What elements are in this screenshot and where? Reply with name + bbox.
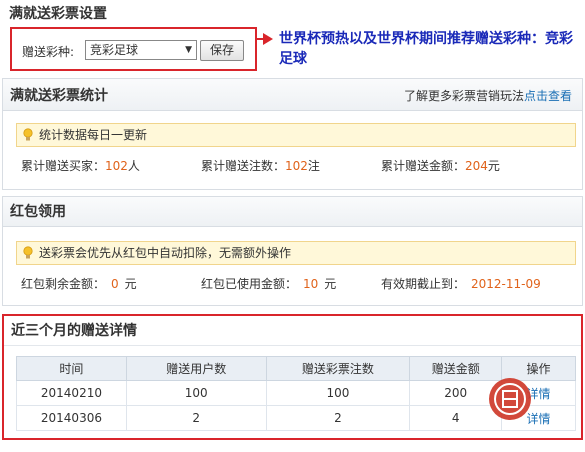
used-value: 10 [303, 277, 319, 291]
cell-bets: 100 [265, 380, 411, 406]
used-label: 红包已使用金额： [201, 277, 298, 291]
stat-amount: 累计赠送金额：204元 [381, 157, 500, 174]
cell-date: 20140210 [16, 380, 127, 406]
stats-header: 满就送彩票统计 了解更多彩票营销玩法点击查看 [3, 79, 582, 111]
redpacket-remaining: 红包剩余金额： 0 元 [21, 275, 137, 292]
dropdown-arrow-icon: ▼ [185, 45, 192, 55]
details-title: 近三个月的赠送详情 [4, 316, 581, 346]
remaining-value: 0 [111, 277, 119, 291]
more-info: 了解更多彩票营销玩法点击查看 [404, 79, 572, 113]
lightbulb-icon [23, 128, 33, 141]
lottery-select[interactable]: 竞彩足球 ▼ [85, 40, 197, 60]
stat-bets-unit: 注 [307, 159, 320, 173]
stats-tip-text: 统计数据每日一更新 [39, 128, 148, 142]
stat-buyers: 累计赠送买家：102人 [21, 157, 140, 174]
col-amount-header: 赠送金额 [409, 356, 503, 381]
remaining-label: 红包剩余金额： [21, 277, 106, 291]
stats-title: 满就送彩票统计 [10, 88, 108, 104]
lightbulb-icon [23, 246, 33, 259]
stat-buyers-label: 累计赠送买家： [21, 159, 106, 173]
stats-tip: 统计数据每日一更新 [16, 123, 576, 147]
lottery-select-value: 竞彩足球 [90, 43, 139, 57]
stat-bets-value: 102 [285, 159, 308, 173]
redpacket-title: 红包领用 [3, 197, 582, 227]
stat-bets-label: 累计赠送注数： [201, 159, 286, 173]
cell-amount: 200 [409, 380, 503, 406]
seal-stamp [489, 378, 531, 420]
annotation-arrow-icon [263, 33, 273, 45]
stat-bets: 累计赠送注数：102注 [201, 157, 320, 174]
col-users-header: 赠送用户数 [125, 356, 267, 381]
stat-amount-value: 204 [465, 159, 488, 173]
redpacket-tip: 送彩票会优先从红包中自动扣除，无需额外操作 [16, 241, 576, 265]
cell-bets: 2 [265, 405, 411, 431]
settings-title: 满就送彩票设置 [2, 0, 583, 28]
table-header-row: 时间 赠送用户数 赠送彩票注数 赠送金额 操作 [16, 356, 576, 381]
stat-amount-label: 累计赠送金额： [381, 159, 466, 173]
stat-amount-unit: 元 [487, 159, 500, 173]
lottery-label: 赠送彩种: [22, 45, 75, 59]
redpacket-panel: 红包领用 送彩票会优先从红包中自动扣除，无需额外操作 红包剩余金额： 0 元 红包已… [2, 196, 583, 306]
col-bets-header: 赠送彩票注数 [265, 356, 411, 381]
expiry-value: 2012-11-09 [471, 277, 541, 291]
redpacket-used: 红包已使用金额： 10 元 [201, 275, 336, 292]
cell-users: 100 [125, 380, 267, 406]
col-date-header: 时间 [16, 356, 127, 381]
details-panel: 近三个月的赠送详情 时间 赠送用户数 赠送彩票注数 赠送金额 操作 201402… [2, 314, 583, 440]
annotation-text: 世界杯预热以及世界杯期间推荐赠送彩种：竞彩足球 [279, 31, 573, 67]
stats-panel: 满就送彩票统计 了解更多彩票营销玩法点击查看 统计数据每日一更新 累计赠送买家：… [2, 78, 583, 190]
save-button[interactable]: 保存 [200, 40, 244, 61]
redpacket-expiry: 有效期截止到： 2012-11-09 [381, 275, 541, 292]
redpacket-tip-text: 送彩票会优先从红包中自动扣除，无需额外操作 [39, 246, 292, 260]
cell-users: 2 [125, 405, 267, 431]
stat-buyers-value: 102 [105, 159, 128, 173]
more-link[interactable]: 点击查看 [524, 89, 572, 103]
remaining-unit: 元 [124, 277, 137, 291]
cell-amount: 4 [409, 405, 503, 431]
used-unit: 元 [324, 277, 337, 291]
more-prefix: 了解更多彩票营销玩法 [403, 89, 524, 103]
col-action-header: 操作 [501, 356, 576, 381]
expiry-label: 有效期截止到： [381, 277, 466, 291]
cell-date: 20140306 [16, 405, 127, 431]
stat-buyers-unit: 人 [127, 159, 140, 173]
details-link[interactable]: 详情 [527, 412, 551, 426]
